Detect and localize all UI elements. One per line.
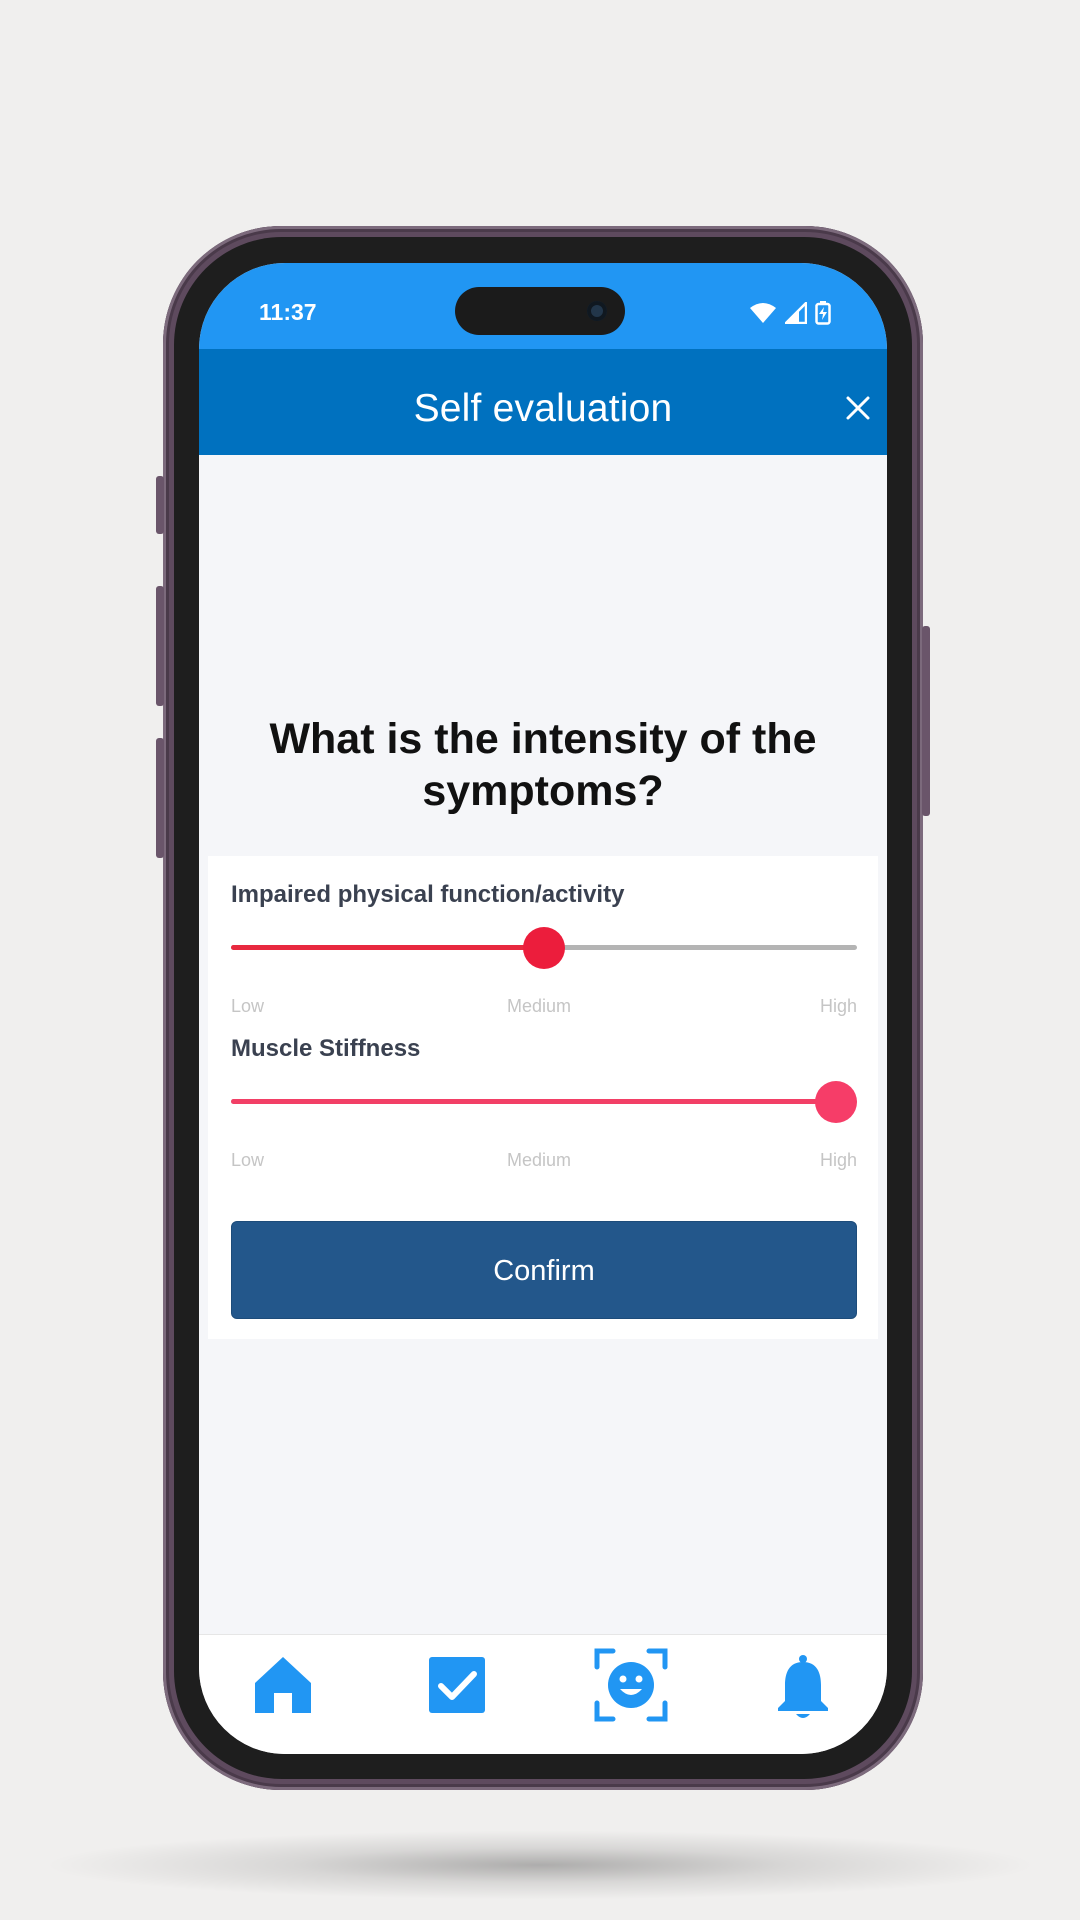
phone-volume-down-button <box>156 738 164 858</box>
scale-high-label: High <box>819 1150 857 1170</box>
phone-screen: 11:37 Self evaluation What is the intens… <box>199 263 887 1754</box>
phone-volume-up-button <box>156 586 164 706</box>
status-time: 11:37 <box>259 299 317 325</box>
slider-thumb[interactable] <box>815 1081 857 1123</box>
status-bar: 11:37 <box>199 263 887 349</box>
scale-medium-label: Medium <box>507 1150 572 1170</box>
metric-label-physical-function: Impaired physical function/activity <box>231 881 625 908</box>
phone-power-button <box>922 626 930 816</box>
evaluation-card: Impaired physical function/activity Low … <box>208 856 878 1339</box>
dynamic-island <box>455 287 625 335</box>
battery-charging-icon <box>815 301 831 325</box>
slider-physical-function[interactable] <box>231 927 857 971</box>
slider-fill <box>231 1099 836 1104</box>
front-camera <box>587 301 607 321</box>
signal-icon <box>785 302 807 324</box>
checkbox-icon[interactable] <box>419 1647 495 1723</box>
bell-icon[interactable] <box>765 1647 841 1723</box>
bottom-nav <box>199 1634 887 1754</box>
slider-thumb[interactable] <box>523 927 565 969</box>
phone-side-button <box>156 476 164 534</box>
scale-high-label: High <box>819 996 857 1016</box>
status-icons <box>749 301 831 325</box>
close-icon[interactable] <box>845 395 871 421</box>
slider-muscle-stiffness[interactable] <box>231 1081 857 1125</box>
home-icon[interactable] <box>245 1647 321 1723</box>
app-header: Self evaluation <box>199 349 887 455</box>
floor-shadow <box>40 1830 1040 1900</box>
wifi-icon <box>750 303 776 323</box>
question-heading: What is the intensity of the symptoms? <box>269 715 817 815</box>
face-scan-icon[interactable] <box>593 1647 669 1723</box>
scale-medium-label: Medium <box>507 996 572 1016</box>
confirm-button[interactable]: Confirm <box>231 1221 857 1319</box>
page-title: Self evaluation <box>413 387 673 430</box>
metric-label-muscle-stiffness: Muscle Stiffness <box>231 1035 421 1062</box>
scale-low-label: Low <box>231 1150 265 1170</box>
scale-low-label: Low <box>231 996 265 1016</box>
slider-fill <box>231 945 544 950</box>
